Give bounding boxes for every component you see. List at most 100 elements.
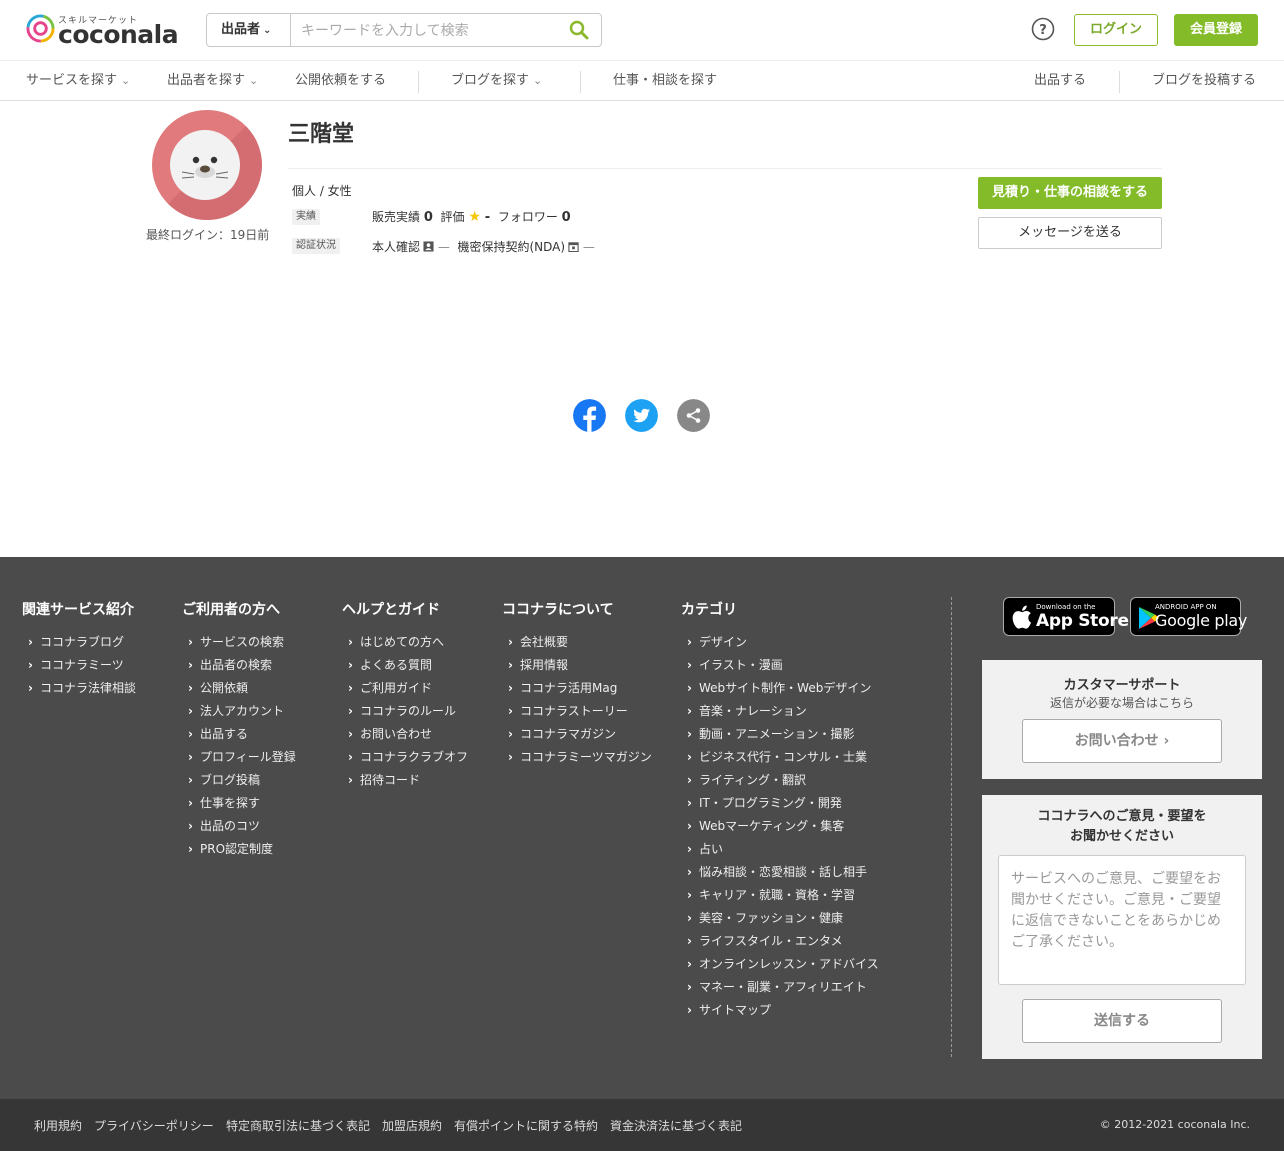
help-icon[interactable]: ? <box>1031 17 1055 41</box>
footer-link-label: 占い <box>699 842 724 856</box>
send-message-button[interactable]: メッセージを送る <box>978 217 1162 249</box>
footer-link[interactable]: › IT・プログラミング・開発 <box>687 794 842 811</box>
feedback-textarea[interactable] <box>998 855 1246 985</box>
footer-column-title-help-guide: ヘルプとガイド <box>342 602 440 618</box>
chevron-right-icon: › <box>188 635 193 649</box>
app-store-badge[interactable]: Download on the App Store <box>1003 597 1129 636</box>
footer-link[interactable]: › はじめての方へ <box>348 633 444 650</box>
nav-sell[interactable]: 出品する <box>1034 61 1086 101</box>
footer-link[interactable]: › マネー・副業・アフィリエイト <box>687 978 867 995</box>
footer-link[interactable]: › オンラインレッスン・アドバイス <box>687 955 879 972</box>
bottom-link[interactable]: 資金決済法に基づく表記 <box>610 1117 742 1134</box>
search-icon[interactable] <box>569 20 589 40</box>
footer-link[interactable]: › ココナラミーツマガジン <box>508 748 652 765</box>
footer-link[interactable]: › 占い <box>687 840 723 857</box>
certification-line: 本人確認 — 機密保持契約(NDA) — <box>372 238 595 255</box>
footer-link[interactable]: › ライフスタイル・エンタメ <box>687 932 843 949</box>
footer-column-title-for-users: ご利用者の方へ <box>182 602 280 618</box>
footer-link[interactable]: › サービスの検索 <box>188 633 284 650</box>
footer-link[interactable]: › ブログ投稿 <box>188 771 260 788</box>
footer-link[interactable]: › お問い合わせ <box>348 725 432 742</box>
footer-link[interactable]: › 出品者の検索 <box>188 656 272 673</box>
footer-link[interactable]: › イラスト・漫画 <box>687 656 783 673</box>
footer-link[interactable]: › 公開依頼 <box>188 679 248 696</box>
footer-link[interactable]: › 法人アカウント <box>188 702 284 719</box>
footer-link[interactable]: › ココナラブログ <box>28 633 124 650</box>
nav-find-jobs[interactable]: 仕事・相談を探す <box>613 61 717 101</box>
feedback-submit-button[interactable]: 送信する <box>1022 999 1222 1043</box>
nav-public-request[interactable]: 公開依頼をする <box>295 61 386 101</box>
footer-link-label: 採用情報 <box>520 658 569 672</box>
login-button[interactable]: ログイン <box>1074 14 1158 46</box>
footer-link[interactable]: › キャリア・就職・資格・学習 <box>687 886 855 903</box>
coconala-logo[interactable]: スキルマーケット coconala <box>26 13 179 49</box>
bottom-link[interactable]: 有償ポイントに関する特約 <box>454 1117 598 1134</box>
footer-link[interactable]: › 美容・ファッション・健康 <box>687 909 843 926</box>
footer-link-label: オンラインレッスン・アドバイス <box>699 957 879 971</box>
footer-link[interactable]: › Webマーケティング・集客 <box>687 817 844 834</box>
footer-link[interactable]: › 出品のコツ <box>188 817 260 834</box>
footer-link[interactable]: › 出品する <box>188 725 248 742</box>
register-button[interactable]: 会員登録 <box>1174 14 1258 46</box>
chevron-right-icon: › <box>687 796 692 810</box>
chevron-right-icon: › <box>348 635 353 649</box>
footer-link[interactable]: › ココナラクラブオフ <box>348 748 468 765</box>
footer-link[interactable]: › 動画・アニメーション・撮影 <box>687 725 855 742</box>
bottom-link[interactable]: 特定商取引法に基づく表記 <box>226 1117 370 1134</box>
footer-link[interactable]: › 音楽・ナレーション <box>687 702 807 719</box>
nav-separator <box>1119 71 1120 93</box>
follower-label[interactable]: フォロワー <box>498 210 558 224</box>
bottom-link[interactable]: プライバシーポリシー <box>94 1117 214 1134</box>
footer-link[interactable]: › プロフィール登録 <box>188 748 296 765</box>
footer-link[interactable]: › 会社概要 <box>508 633 568 650</box>
footer-link-label: ブログ投稿 <box>200 773 261 787</box>
footer-link[interactable]: › 招待コード <box>348 771 420 788</box>
bottom-link[interactable]: 加盟店規約 <box>382 1117 442 1134</box>
footer-link-label: ココナラ活用Mag <box>520 681 618 695</box>
footer-link[interactable]: › ココナラストーリー <box>508 702 628 719</box>
nav-find-blogs[interactable]: ブログを探す ⌄ <box>451 61 542 101</box>
footer-link[interactable]: › PRO認定制度 <box>188 840 273 857</box>
nda-label: 機密保持契約(NDA) <box>457 240 566 254</box>
footer-link[interactable]: › ココナラ活用Mag <box>508 679 617 696</box>
share-icon[interactable] <box>677 399 710 432</box>
bottom-link[interactable]: 利用規約 <box>34 1117 82 1134</box>
sales-value: 0 <box>423 210 433 225</box>
footer-link[interactable]: › 仕事を探す <box>188 794 260 811</box>
footer-link[interactable]: › ココナラ法律相談 <box>28 679 136 696</box>
search-input[interactable] <box>301 14 551 46</box>
consult-button[interactable]: 見積り・仕事の相談をする <box>978 177 1162 209</box>
footer-link[interactable]: › ビジネス代行・コンサル・士業 <box>687 748 867 765</box>
site-footer: 関連サービス紹介 › ココナラブログ › ココナラミーツ › ココナラ法律相談 ご利用者の方へ… <box>0 557 1284 1099</box>
footer-link[interactable]: › Webサイト制作・Webデザイン <box>687 679 871 696</box>
footer-link[interactable]: › ライティング・翻訳 <box>687 771 806 788</box>
chevron-right-icon: › <box>28 658 33 672</box>
footer-link-label: 出品のコツ <box>200 819 261 833</box>
contact-button[interactable]: お問い合わせ › <box>1022 719 1222 763</box>
footer-link[interactable]: › 悩み相談・恋愛相談・話し相手 <box>687 863 867 880</box>
footer-link[interactable]: › サイトマップ <box>687 1001 771 1018</box>
facebook-icon[interactable] <box>573 399 606 432</box>
google-play-badge[interactable]: ANDROID APP ON Google play <box>1130 597 1247 636</box>
customer-support-box: カスタマーサポート 返信が必要な場合はこちら お問い合わせ › <box>982 660 1262 779</box>
chevron-right-icon: › <box>687 865 692 879</box>
nav-find-sellers[interactable]: 出品者を探す ⌄ <box>167 61 258 101</box>
nav-post-blog[interactable]: ブログを投稿する <box>1152 61 1256 101</box>
twitter-icon[interactable] <box>625 399 658 432</box>
id-card-icon <box>423 241 434 252</box>
footer-link-label: ココナラマガジン <box>520 727 617 741</box>
nav-find-services[interactable]: サービスを探す ⌄ <box>26 61 130 101</box>
chevron-right-icon: › <box>687 842 692 856</box>
footer-link-label: 仕事を探す <box>200 796 261 810</box>
footer-link[interactable]: › デザイン <box>687 633 747 650</box>
identity-status: — <box>437 240 450 254</box>
footer-link-label: 美容・ファッション・健康 <box>699 911 844 925</box>
footer-link[interactable]: › ココナラのルール <box>348 702 456 719</box>
footer-link[interactable]: › ココナラマガジン <box>508 725 616 742</box>
footer-link[interactable]: › よくある質問 <box>348 656 432 673</box>
footer-link[interactable]: › ココナラミーツ <box>28 656 124 673</box>
search-scope-select[interactable]: 出品者 ⌄ <box>207 14 291 46</box>
footer-link[interactable]: › ご利用ガイド <box>348 679 432 696</box>
footer-link[interactable]: › 採用情報 <box>508 656 568 673</box>
chevron-right-icon: › <box>687 957 692 971</box>
